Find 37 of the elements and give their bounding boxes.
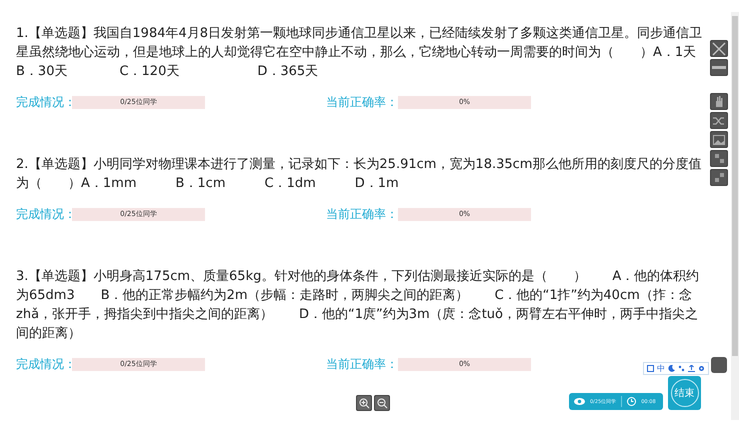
checkbox-icon xyxy=(647,365,654,372)
close-button[interactable] xyxy=(710,40,728,57)
grid-icon xyxy=(714,153,724,164)
accuracy-label: 当前正确率： xyxy=(326,206,398,223)
question-text: 3.【单选题】小明身高175cm、质量65kg。针对他的身体条件，下列估测最接近实际的是（ ） A．他的体积约为65dm3 B．他的正常步幅约为2m（步幅：走路时，两脚尖之间的距离） C．他的“1拃”约为40cm（拃：念zhǎ，张开手，拇指尖到中指尖之间的距离） D．他的“1庹”约为3m（庹：念tuǒ，两臂左右平伸时，两手中指尖之间的距离） xyxy=(16,268,700,343)
grid-button[interactable] xyxy=(710,150,728,167)
ime-mode[interactable]: 中 xyxy=(657,364,665,373)
image-icon xyxy=(713,134,725,144)
grid-button[interactable] xyxy=(710,169,728,186)
minimize-button[interactable] xyxy=(710,59,728,76)
eye-icon xyxy=(574,398,585,405)
zoom-out-icon xyxy=(376,398,388,408)
minimize-icon xyxy=(712,66,726,70)
scrollbar[interactable] xyxy=(731,12,739,420)
shuffle-icon xyxy=(713,116,725,126)
completion-label: 完成情况： xyxy=(16,356,72,373)
hand-icon xyxy=(714,96,724,107)
zoom-in-button[interactable] xyxy=(356,395,372,411)
close-icon xyxy=(712,42,726,56)
question-text: 1.【单选题】我国自1984年4月8日发射第一颗地球同步通信卫星以来，已经陆续发射了多颗这类通信卫星。同步通信卫星虽然绕地心运动，但是地球上的人却觉得它在空中静止不动，那么，它绕地心转动一周需要的时间为（ ）A．1天 B．30天 C．120天 D．365天 xyxy=(16,25,704,81)
zoom-in-icon xyxy=(358,398,370,408)
completion-label: 完成情况： xyxy=(16,206,72,223)
image-button[interactable] xyxy=(710,131,728,148)
grid-icon xyxy=(714,172,724,183)
clock-icon xyxy=(627,397,636,406)
accuracy-label: 当前正确率： xyxy=(326,356,398,373)
upload-icon xyxy=(688,365,695,372)
scroll-thumb[interactable] xyxy=(732,16,738,356)
zoom-out-button[interactable] xyxy=(374,395,390,411)
hand-tool-button[interactable] xyxy=(710,93,728,110)
question-text: 2.【单选题】小明同学对物理课本进行了测量，记录如下：长为25.91cm，宽为18.35cm那么他所用的刻度尺的分度值为（ ）A．1mm B．1cm C．1dm D．1m xyxy=(16,156,702,193)
moon-icon xyxy=(668,365,675,372)
floating-button[interactable] xyxy=(711,357,727,373)
end-button[interactable]: 结束 xyxy=(668,376,701,410)
accuracy-label: 当前正确率： xyxy=(326,94,398,111)
shuffle-button[interactable] xyxy=(710,112,728,129)
completion-label: 完成情况： xyxy=(16,94,72,111)
